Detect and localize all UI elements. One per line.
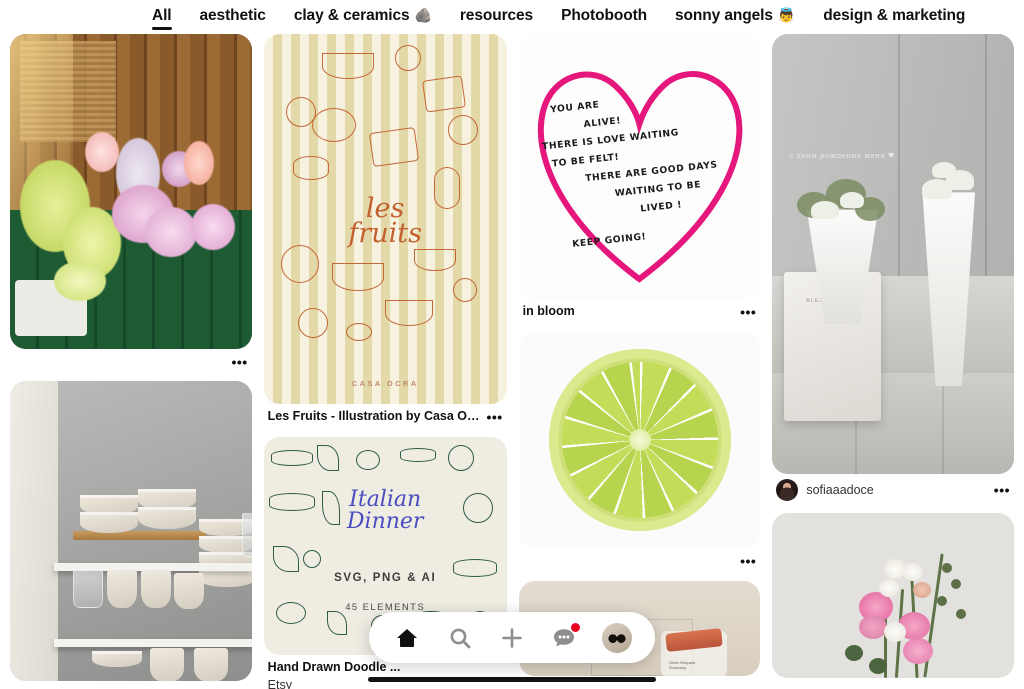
avatar-icon[interactable] bbox=[601, 622, 632, 653]
poster-script-text: les fruits bbox=[348, 192, 422, 249]
pin-image-les-fruits[interactable]: les fruits CASA OCRA bbox=[263, 34, 507, 404]
pin-meta-kitchen-flowers: ••• bbox=[10, 349, 252, 371]
pin-meta-lime-slice: ••• bbox=[519, 549, 761, 571]
grid-column-1: ••• bbox=[10, 34, 252, 689]
tab-clay-ceramics[interactable]: clay & ceramics 🪨 bbox=[294, 7, 432, 28]
home-icon bbox=[397, 628, 418, 647]
pin-overflow-icon-les-fruits[interactable]: ••• bbox=[481, 410, 503, 424]
nav-search-button[interactable] bbox=[440, 618, 480, 658]
nav-messages-button[interactable] bbox=[544, 618, 584, 658]
tab-photobooth[interactable]: Photobooth bbox=[561, 7, 647, 28]
pin-pink-flowers[interactable] bbox=[772, 513, 1015, 678]
grid-column-4: с днем рождения меня ♥ ALEXANDRIA bbox=[772, 34, 1015, 688]
tab-sonny-angels[interactable]: sonny angels 👼 bbox=[675, 7, 795, 28]
home-indicator-bar bbox=[368, 677, 656, 682]
pin-image-kitchen-flowers[interactable] bbox=[10, 34, 252, 349]
tab-resources-label: resources bbox=[459, 6, 534, 24]
pin-overflow-icon-lime-slice[interactable]: ••• bbox=[734, 554, 756, 568]
tab-design-marketing-label: design & marketing bbox=[823, 6, 966, 24]
pin-les-fruits[interactable]: les fruits CASA OCRA Les Fruits - Illust… bbox=[263, 34, 507, 427]
pin-image-pink-flowers[interactable] bbox=[772, 513, 1015, 678]
clay-emoji-icon: 🪨 bbox=[414, 7, 432, 23]
messages-notification-badge bbox=[571, 622, 581, 632]
search-icon bbox=[450, 628, 470, 648]
pin-meta-gray-room-bouquet: sofiaaadoce ••• bbox=[772, 474, 1014, 503]
lime-slice-graphic bbox=[548, 349, 731, 532]
tab-all[interactable]: All bbox=[152, 6, 172, 30]
nav-profile-button[interactable] bbox=[597, 618, 637, 658]
pin-in-bloom[interactable]: YOU ARE ALIVE! THERE IS LOVE WAITING TO … bbox=[518, 34, 761, 322]
italian-dinner-title-art: Italian Dinner bbox=[346, 486, 424, 534]
heart-quote-text: YOU ARE ALIVE! THERE IS LOVE WAITING TO … bbox=[538, 82, 751, 255]
wall-birthday-text: с днем рождения меня ♥ bbox=[789, 150, 895, 160]
pin-masonry-grid[interactable]: ••• les fruits CASA OCRA Les Fruits - Il… bbox=[0, 34, 1024, 689]
pin-title-in-bloom: in bloom bbox=[522, 304, 575, 318]
pin-image-cupboard-dishes[interactable] bbox=[10, 381, 252, 681]
pin-kitchen-flowers[interactable]: ••• bbox=[10, 34, 252, 371]
tab-clay-ceramics-label: clay & ceramics bbox=[293, 6, 410, 24]
tab-sonny-angels-label: sonny angels bbox=[675, 6, 773, 24]
tab-photobooth-label: Photobooth bbox=[561, 6, 648, 24]
pin-lime-slice[interactable]: ••• bbox=[518, 331, 761, 571]
pin-image-gray-room-bouquet[interactable]: с днем рождения меня ♥ ALEXANDRIA bbox=[772, 34, 1015, 474]
pin-meta-in-bloom: in bloom ••• bbox=[519, 299, 761, 322]
tab-aesthetic-label: aesthetic bbox=[199, 6, 266, 24]
pin-overflow-icon-gray-room[interactable]: ••• bbox=[988, 483, 1010, 497]
pin-gray-room-bouquet[interactable]: с днем рождения меня ♥ ALEXANDRIA bbox=[772, 34, 1015, 503]
nav-home-button[interactable] bbox=[387, 618, 427, 658]
pin-image-lime-slice[interactable] bbox=[518, 331, 761, 549]
pin-title-les-fruits: Les Fruits - Illustration by Casa Ocra bbox=[267, 409, 481, 423]
nav-create-button[interactable] bbox=[492, 618, 532, 658]
poster-brand-text: CASA OCRA bbox=[351, 379, 419, 388]
italian-dinner-formats-text: SVG, PNG & AI bbox=[334, 571, 437, 584]
plus-icon bbox=[502, 627, 522, 648]
pin-cupboard-dishes[interactable] bbox=[10, 381, 252, 689]
tab-aesthetic[interactable]: aesthetic bbox=[200, 7, 266, 28]
pin-overflow-icon-in-bloom[interactable]: ••• bbox=[734, 305, 756, 319]
pin-meta-les-fruits: Les Fruits - Illustration by Casa Ocra •… bbox=[264, 404, 507, 427]
bottom-navigation-bar[interactable] bbox=[369, 612, 655, 663]
pin-overflow-icon-kitchen-flowers[interactable]: ••• bbox=[226, 355, 248, 369]
category-tab-bar[interactable]: All aesthetic clay & ceramics 🪨 resource… bbox=[0, 0, 1024, 34]
pin-meta-cupboard-dishes bbox=[10, 681, 252, 689]
tab-all-label: All bbox=[152, 6, 172, 24]
tab-design-marketing[interactable]: design & marketing bbox=[823, 7, 965, 28]
grid-column-3: YOU ARE ALIVE! THERE IS LOVE WAITING TO … bbox=[518, 34, 761, 686]
angel-emoji-icon: 👼 bbox=[777, 7, 796, 23]
pin-username-sofiaaadoce[interactable]: sofiaaadoce bbox=[806, 483, 988, 497]
avatar[interactable] bbox=[776, 479, 799, 501]
tab-resources[interactable]: resources bbox=[460, 7, 533, 28]
food-micro-text: Order Request Summary bbox=[668, 659, 696, 670]
pin-image-in-bloom[interactable]: YOU ARE ALIVE! THERE IS LOVE WAITING TO … bbox=[518, 34, 761, 299]
grid-column-2: les fruits CASA OCRA Les Fruits - Illust… bbox=[263, 34, 507, 689]
